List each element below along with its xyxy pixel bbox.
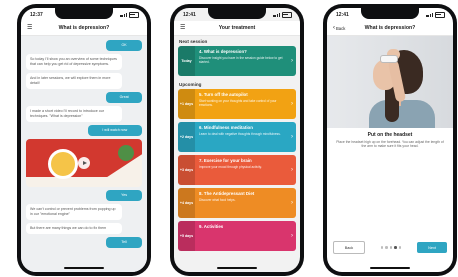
session-day: +2 days — [178, 122, 195, 152]
instruction-heading: Put on the headset — [367, 132, 413, 138]
session-description: Discover what food helps. — [199, 198, 236, 202]
phone-instruction: 12:41 ‹ Back What is depression? Put on — [323, 4, 457, 276]
video-illustration-bowl — [118, 145, 134, 161]
battery-icon — [282, 12, 292, 18]
chat-message-user: Great — [106, 92, 142, 103]
chevron-right-icon: › — [291, 58, 293, 64]
instruction-footer: Back Next — [333, 241, 447, 254]
session-description: Improve your mood through physical activ… — [199, 165, 262, 169]
status-bar: 12:41 — [183, 10, 292, 20]
session-card[interactable]: +1 days 5. Turn off the autopilot Start … — [178, 89, 296, 119]
chat-message-bot: But there are many things we can do to f… — [26, 223, 123, 234]
treatment-title: Your treatment — [218, 25, 256, 31]
section-upcoming: Upcoming — [179, 82, 202, 87]
session-card[interactable]: +2 days 6. Mindfulness meditation Learn … — [178, 122, 296, 152]
signal-icon — [120, 13, 127, 17]
chat-header: ☰ What is depression? — [21, 21, 147, 36]
section-next-session: Next session — [179, 39, 208, 44]
session-card[interactable]: +4 days 8. The Antidepressant Diet Disco… — [178, 188, 296, 218]
menu-icon[interactable]: ☰ — [27, 24, 32, 31]
next-button[interactable]: Next — [417, 242, 447, 253]
status-icons — [120, 12, 139, 18]
instruction-header: ‹ Back What is depression? — [327, 21, 453, 36]
status-time: 12:41 — [183, 12, 196, 18]
chevron-right-icon: › — [291, 200, 293, 206]
back-link-label: Back — [336, 25, 346, 31]
session-day: +1 days — [178, 89, 195, 119]
play-icon[interactable] — [78, 157, 90, 169]
back-button[interactable]: Back — [333, 241, 365, 254]
phone-chat: 12:37 ☰ What is depression? OK So today … — [17, 4, 151, 276]
chat-message-user: Yes — [106, 190, 142, 201]
session-description: Discover insight you have in the session… — [199, 56, 283, 64]
status-icons — [426, 12, 445, 18]
video-illustration-plate — [48, 149, 78, 179]
status-time: 12:41 — [336, 12, 349, 18]
signal-icon — [273, 13, 280, 17]
session-title: 5. Turn off the autopilot — [199, 92, 248, 97]
session-title: 4. What is depression? — [199, 49, 247, 54]
session-day: +4 days — [178, 188, 195, 218]
session-title: 6. Mindfulness meditation — [199, 125, 253, 130]
chat-thread[interactable]: OK So today I'll show you an overview of… — [21, 36, 147, 272]
status-bar: 12:37 — [30, 10, 139, 20]
headset-photo — [327, 36, 453, 128]
session-card-next[interactable]: Today 4. What is depression? Discover in… — [178, 46, 296, 76]
treatment-header: ☰ Your treatment — [174, 21, 300, 36]
back-link[interactable]: ‹ Back — [333, 25, 345, 31]
signal-icon — [426, 13, 433, 17]
chat-message-user: Tell — [106, 237, 142, 248]
pager-dot[interactable] — [389, 246, 393, 249]
session-title: 7. Exercise for your brain — [199, 158, 252, 163]
treatment-list[interactable]: Next session Today 4. What is depression… — [174, 36, 300, 254]
session-description: Start working on your thoughts and take … — [199, 99, 277, 107]
video-thumbnail[interactable] — [26, 139, 142, 187]
chevron-right-icon: › — [291, 134, 293, 140]
home-indicator[interactable] — [370, 267, 410, 269]
pager-dot[interactable] — [385, 246, 388, 249]
session-card[interactable]: +3 days 7. Exercise for your brain Impro… — [178, 155, 296, 185]
instruction-title: What is depression? — [364, 25, 416, 31]
chat-message-user: I will watch now — [87, 125, 142, 136]
chevron-right-icon: › — [291, 101, 293, 107]
session-day: Today — [178, 46, 195, 76]
chat-message-bot: We can't control or prevent problems fro… — [26, 204, 123, 220]
session-card[interactable]: +5 days 9. Activities › — [178, 221, 296, 251]
chevron-left-icon: ‹ — [333, 25, 335, 31]
session-day: +5 days — [178, 221, 195, 251]
chevron-right-icon: › — [291, 167, 293, 173]
pager-dot-active[interactable] — [394, 246, 397, 249]
pager-dots — [380, 246, 402, 249]
chat-title: What is depression? — [58, 25, 110, 31]
pager-dot[interactable] — [398, 246, 402, 249]
status-icons — [273, 12, 292, 18]
phone-treatment: 12:41 ☰ Your treatment Next session Toda… — [170, 4, 304, 276]
chat-message-bot: I made a short video I'll record to intr… — [26, 106, 123, 122]
battery-icon — [129, 12, 139, 18]
phone-chat-screen: 12:37 ☰ What is depression? OK So today … — [21, 8, 147, 272]
instruction-description: Place the headset high up on the forehea… — [336, 140, 444, 149]
status-bar: 12:41 — [336, 10, 445, 20]
home-indicator[interactable] — [217, 267, 257, 269]
session-description: Learn to deal with negative thoughts thr… — [199, 132, 281, 136]
session-title: 8. The Antidepressant Diet — [199, 191, 255, 196]
status-time: 12:37 — [30, 12, 43, 18]
phone-instruction-screen: 12:41 ‹ Back What is depression? Put on — [327, 8, 453, 272]
chat-message-bot: So today I'll show you an overview of so… — [26, 54, 123, 70]
headset-device — [380, 55, 398, 63]
session-title: 9. Activities — [199, 224, 224, 229]
home-indicator[interactable] — [64, 267, 104, 269]
session-day: +3 days — [178, 155, 195, 185]
chat-message-bot: And in later sessions, we will explore t… — [26, 73, 123, 89]
battery-icon — [435, 12, 445, 18]
chat-message-user: OK — [106, 40, 142, 51]
menu-icon[interactable]: ☰ — [180, 24, 185, 31]
pager-dot[interactable] — [380, 246, 384, 249]
phone-treatment-screen: 12:41 ☰ Your treatment Next session Toda… — [174, 8, 300, 272]
chevron-right-icon: › — [291, 233, 293, 239]
